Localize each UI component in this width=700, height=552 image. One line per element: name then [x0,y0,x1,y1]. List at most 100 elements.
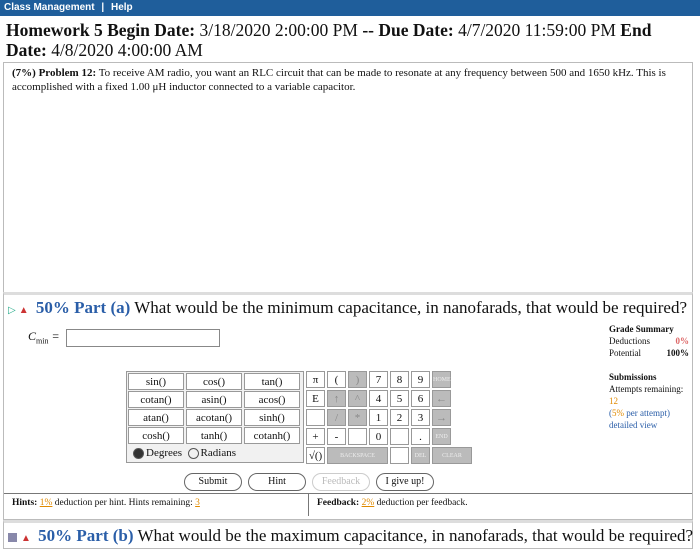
collapse-square-icon[interactable] [8,532,17,542]
homework-name: Homework 5 [6,20,103,40]
submissions-title: Submissions [609,372,657,382]
feedback-label: Feedback: [317,498,360,508]
hints-feedback-bar: Hints: 1% deduction per hint. Hints rema… [4,493,692,516]
key-open-paren[interactable]: ( [327,371,346,388]
action-buttons: Submit Hint Feedback I give up! [184,473,434,491]
feedback-text: deduction per feedback. [376,498,468,508]
key-close-paren[interactable]: ) [348,371,367,388]
key-multiply[interactable]: * [348,409,367,426]
problem-statement: (7%) Problem 12: To receive AM radio, yo… [3,62,693,292]
key-pi[interactable]: π [306,371,325,388]
answer-input[interactable] [66,329,220,347]
menu-help[interactable]: Help [111,2,133,13]
key-tan[interactable]: tan() [244,373,300,390]
part-b-percent: 50% [38,526,73,545]
key-minus[interactable]: - [327,428,346,445]
key-4[interactable]: 4 [369,390,388,407]
key-cos[interactable]: cos() [186,373,242,390]
key-home[interactable]: HOME [432,371,451,388]
per-attempt-pct: 5% [612,408,624,418]
warning-icon: ▲ [18,305,29,316]
problem-label: Problem 12: [38,67,97,79]
key-3[interactable]: 3 [411,409,430,426]
give-up-button[interactable]: I give up! [376,473,434,491]
key-up-arrow[interactable]: ↑ [327,390,346,407]
part-b-question: What would be the maximum capacitance, i… [137,526,694,545]
key-divide[interactable]: / [327,409,346,426]
key-blank-4[interactable] [390,447,409,464]
feedback-button[interactable]: Feedback [312,473,370,491]
key-del[interactable]: DEL [411,447,430,464]
key-2[interactable]: 2 [390,409,409,426]
function-keys: sin() cos() tan() cotan() asin() acos() atan… [126,371,304,463]
key-atan[interactable]: atan() [128,409,184,426]
end-date: 4/8/2020 4:00:00 AM [51,40,203,60]
degrees-label: Degrees [146,447,183,459]
due-date-label: Due Date: [378,20,454,40]
key-end[interactable]: END [432,428,451,445]
warning-icon: ▲ [21,533,31,544]
part-a-question: What would be the minimum capacitance, i… [134,298,688,317]
answer-variable: Cmin = [28,329,60,346]
key-sin[interactable]: sin() [128,373,184,390]
expand-arrow-icon[interactable]: ▷ [8,305,16,316]
homework-title: Homework 5 Begin Date: 3/18/2020 2:00:00… [6,20,696,60]
part-a-percent: 50% [35,298,70,317]
part-a-header: ▷ ▲ 50% Part (a) What would be the minimu… [4,295,692,324]
key-8[interactable]: 8 [390,371,409,388]
part-a-label: Part (a) [74,298,131,317]
key-7[interactable]: 7 [369,371,388,388]
problem-weight: (7%) [12,67,36,79]
key-9[interactable]: 9 [411,371,430,388]
key-plus[interactable]: + [306,428,325,445]
detailed-view-link[interactable]: detailed view [609,419,689,431]
hints-pct: 1% [39,498,53,508]
key-cotan[interactable]: cotan() [128,391,184,408]
hints-text: deduction per hint. Hints remaining: [54,498,193,508]
key-0[interactable]: 0 [369,428,388,445]
key-sinh[interactable]: sinh() [244,409,300,426]
deductions-value: 0% [675,336,690,346]
key-cosh[interactable]: cosh() [128,427,184,444]
key-decimal[interactable]: . [411,428,430,445]
degrees-radio[interactable] [133,447,144,459]
key-sqrt[interactable]: √() [306,447,325,464]
key-acotan[interactable]: acotan() [186,409,242,426]
part-b-section: ▲ 50% Part (b) What would be the maximum… [3,520,693,549]
grade-summary: Grade Summary Deductions 0% Potential 100% [609,323,689,359]
grade-summary-title: Grade Summary [609,324,674,334]
key-left-arrow[interactable]: ← [432,390,451,407]
radians-radio[interactable] [187,447,199,459]
key-blank-3[interactable] [390,428,409,445]
key-cotanh[interactable]: cotanh() [244,427,300,444]
key-right-arrow[interactable]: → [432,409,451,426]
key-backspace[interactable]: BACKSPACE [327,447,388,464]
deductions-label: Deductions [609,336,650,346]
part-b-header: ▲ 50% Part (b) What would be the maximum… [4,523,694,552]
date-separator: -- [362,20,374,40]
hints-label: Hints: [12,498,38,508]
submit-button[interactable]: Submit [184,473,242,491]
hints-remaining: 3 [195,498,200,508]
key-asin[interactable]: asin() [186,391,242,408]
key-blank-2[interactable] [348,428,367,445]
equals-sign: = [51,329,60,343]
key-5[interactable]: 5 [390,390,409,407]
key-acos[interactable]: acos() [244,391,300,408]
key-clear[interactable]: CLEAR [432,447,472,464]
hint-button[interactable]: Hint [248,473,306,491]
menu-separator: | [101,2,105,13]
attempts-label: Attempts remaining: [609,384,684,394]
key-blank[interactable] [306,409,325,426]
attempts-value: 12 [609,396,618,406]
potential-label: Potential [609,348,641,358]
part-b-label: Part (b) [76,526,134,545]
key-caret[interactable]: ^ [348,390,367,407]
key-6[interactable]: 6 [411,390,430,407]
key-tanh[interactable]: tanh() [186,427,242,444]
menu-class-management[interactable]: Class Management [4,2,95,13]
potential-value: 100% [666,348,690,358]
key-e[interactable]: E [306,390,325,407]
key-1[interactable]: 1 [369,409,388,426]
radians-label: Radians [200,447,236,459]
